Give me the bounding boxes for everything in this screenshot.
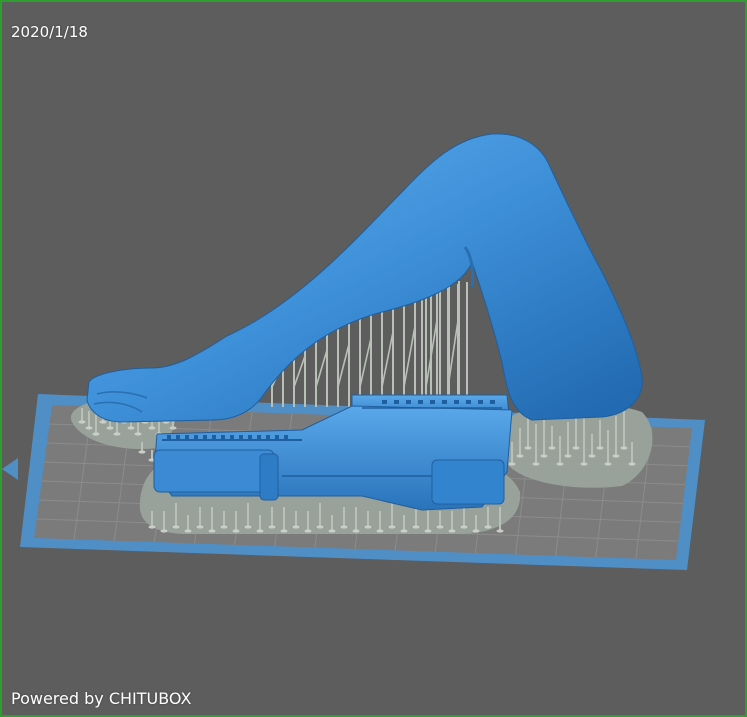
leg-model[interactable]	[86, 133, 643, 423]
scene-canvas[interactable]	[2, 2, 745, 715]
plate-edge-marker	[2, 458, 18, 480]
3d-viewport[interactable]: 2020/1/18 Powered by CHITUBOX	[0, 0, 747, 717]
date-label: 2020/1/18	[11, 23, 88, 41]
brand-label: Powered by CHITUBOX	[11, 689, 192, 708]
